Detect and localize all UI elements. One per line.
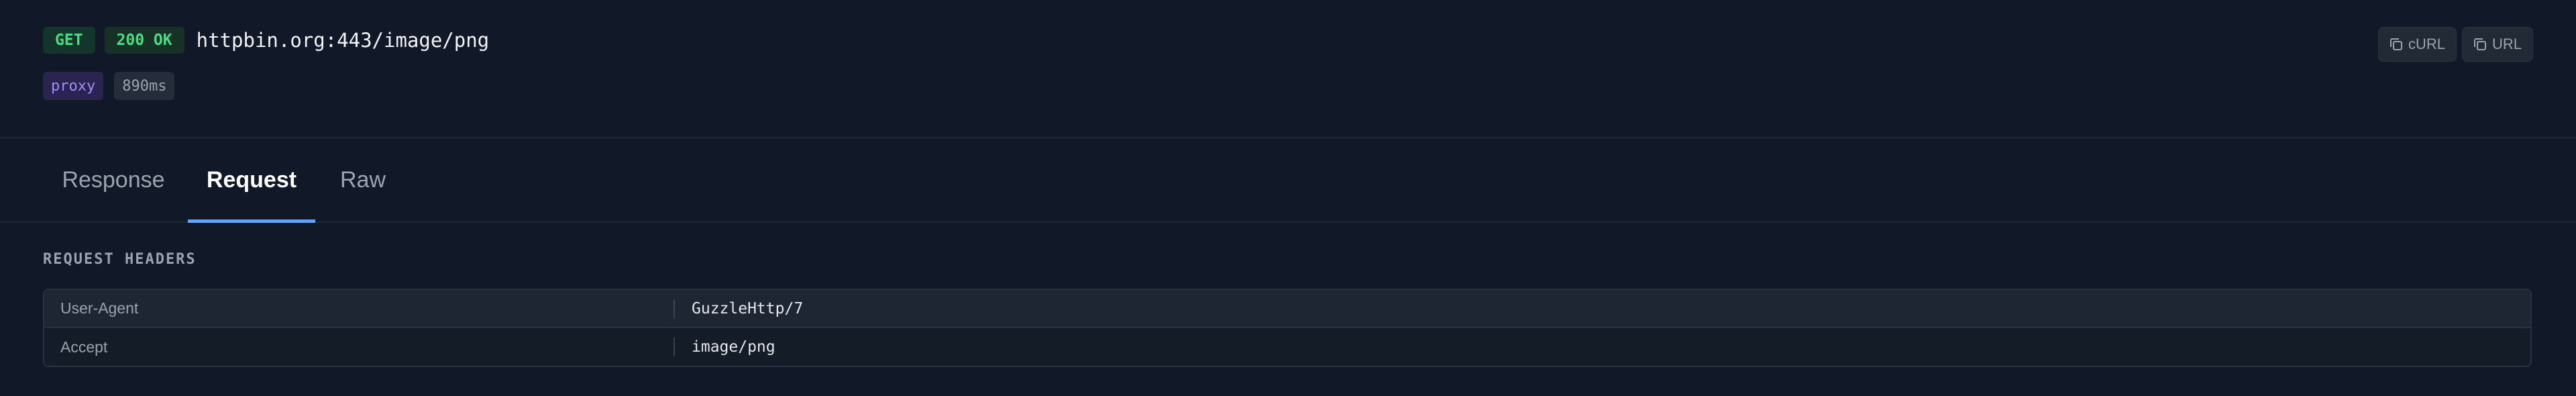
- tab-request-label: Request: [206, 166, 297, 193]
- request-line: GET 200 OK httpbin.org:443/image/png: [43, 27, 489, 54]
- status-badge: 200 OK: [104, 27, 184, 54]
- column-divider: [674, 299, 675, 318]
- request-headers-table: User-Agent GuzzleHttp/7 Accept image/png: [43, 289, 2532, 367]
- duration-tag: 890ms: [114, 72, 175, 100]
- method-badge: GET: [43, 27, 95, 54]
- tab-raw[interactable]: Raw: [319, 138, 407, 221]
- header-name: User-Agent: [60, 299, 139, 317]
- copy-url-button[interactable]: URL: [2461, 27, 2533, 62]
- proxy-tag: proxy: [43, 72, 104, 100]
- table-row: Accept image/png: [44, 328, 2530, 366]
- copy-curl-label: cURL: [2408, 36, 2445, 52]
- tab-response-label: Response: [62, 166, 165, 193]
- tab-response[interactable]: Response: [43, 138, 184, 221]
- header-value: image/png: [692, 338, 775, 356]
- request-summary-header: GET 200 OK httpbin.org:443/image/png pro…: [0, 0, 2576, 138]
- copy-icon: [2473, 38, 2486, 50]
- request-meta: proxy 890ms: [43, 72, 175, 100]
- tab-bar: Response Request Raw: [0, 138, 2576, 223]
- column-divider: [674, 338, 675, 356]
- header-value: GuzzleHttp/7: [692, 299, 804, 317]
- copy-curl-button[interactable]: cURL: [2377, 27, 2457, 62]
- request-url: httpbin.org:443/image/png: [196, 29, 490, 52]
- copy-actions: cURL URL: [2377, 27, 2533, 62]
- tab-raw-label: Raw: [339, 166, 386, 193]
- copy-icon: [2390, 38, 2402, 50]
- table-row: User-Agent GuzzleHttp/7: [44, 290, 2530, 328]
- active-tab-indicator: [188, 219, 315, 223]
- header-name: Accept: [60, 338, 108, 356]
- copy-url-label: URL: [2491, 36, 2522, 52]
- request-headers-title: REQUEST HEADERS: [43, 251, 197, 268]
- tab-request[interactable]: Request: [188, 138, 315, 223]
